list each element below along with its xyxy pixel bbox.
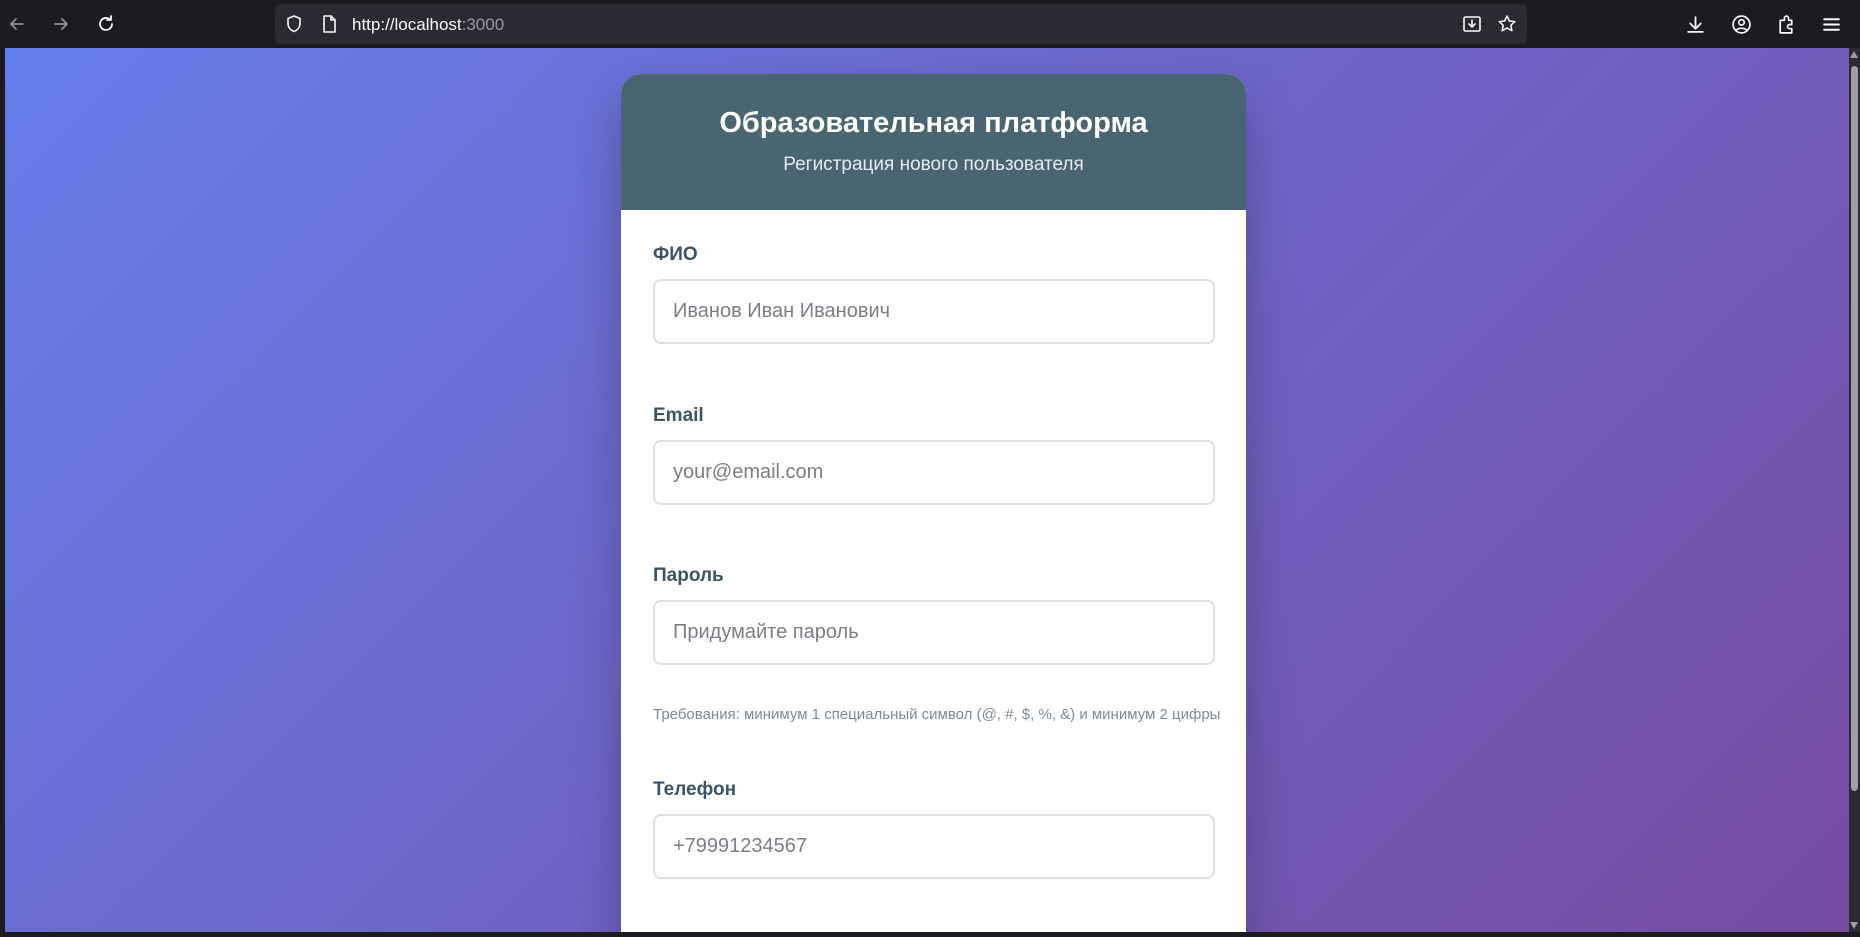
- page-viewport: Образовательная платформа Регистрация но…: [5, 48, 1849, 932]
- browser-toolbar: http://localhost:3000: [0, 0, 1860, 48]
- account-icon[interactable]: [1727, 10, 1755, 38]
- email-label: Email: [653, 405, 704, 426]
- bookmark-star-icon[interactable]: [1497, 14, 1517, 34]
- window-bottom-edge: [0, 932, 1860, 937]
- scrollbar-thumb[interactable]: [1851, 66, 1858, 791]
- menu-icon[interactable]: [1817, 10, 1845, 38]
- shield-icon[interactable]: [284, 14, 304, 34]
- fullname-label: ФИО: [653, 244, 698, 265]
- downloads-icon[interactable]: [1681, 10, 1709, 38]
- scroll-down-icon[interactable]: [1850, 922, 1858, 929]
- extensions-icon[interactable]: [1772, 10, 1800, 38]
- scroll-up-icon[interactable]: [1850, 51, 1858, 58]
- url-bar[interactable]: http://localhost:3000: [275, 4, 1527, 44]
- page-scrollbar[interactable]: [1849, 48, 1860, 932]
- url-text[interactable]: http://localhost:3000: [352, 15, 504, 35]
- page-title: Образовательная платформа: [719, 107, 1148, 139]
- fullname-input[interactable]: [653, 279, 1215, 344]
- save-page-icon[interactable]: [1462, 14, 1482, 34]
- forward-icon[interactable]: [47, 10, 75, 38]
- password-label: Пароль: [653, 565, 724, 586]
- card-header: Образовательная платформа Регистрация но…: [621, 74, 1246, 210]
- page-icon[interactable]: [319, 14, 339, 34]
- back-icon[interactable]: [3, 10, 31, 38]
- password-hint: Требования: минимум 1 специальный символ…: [653, 706, 1221, 723]
- phone-label: Телефон: [653, 779, 737, 800]
- reload-icon[interactable]: [92, 10, 120, 38]
- page-subtitle: Регистрация нового пользователя: [783, 154, 1084, 175]
- phone-input[interactable]: [653, 814, 1215, 879]
- email-input[interactable]: [653, 440, 1215, 505]
- password-input[interactable]: [653, 600, 1215, 665]
- registration-card: Образовательная платформа Регистрация но…: [621, 74, 1246, 932]
